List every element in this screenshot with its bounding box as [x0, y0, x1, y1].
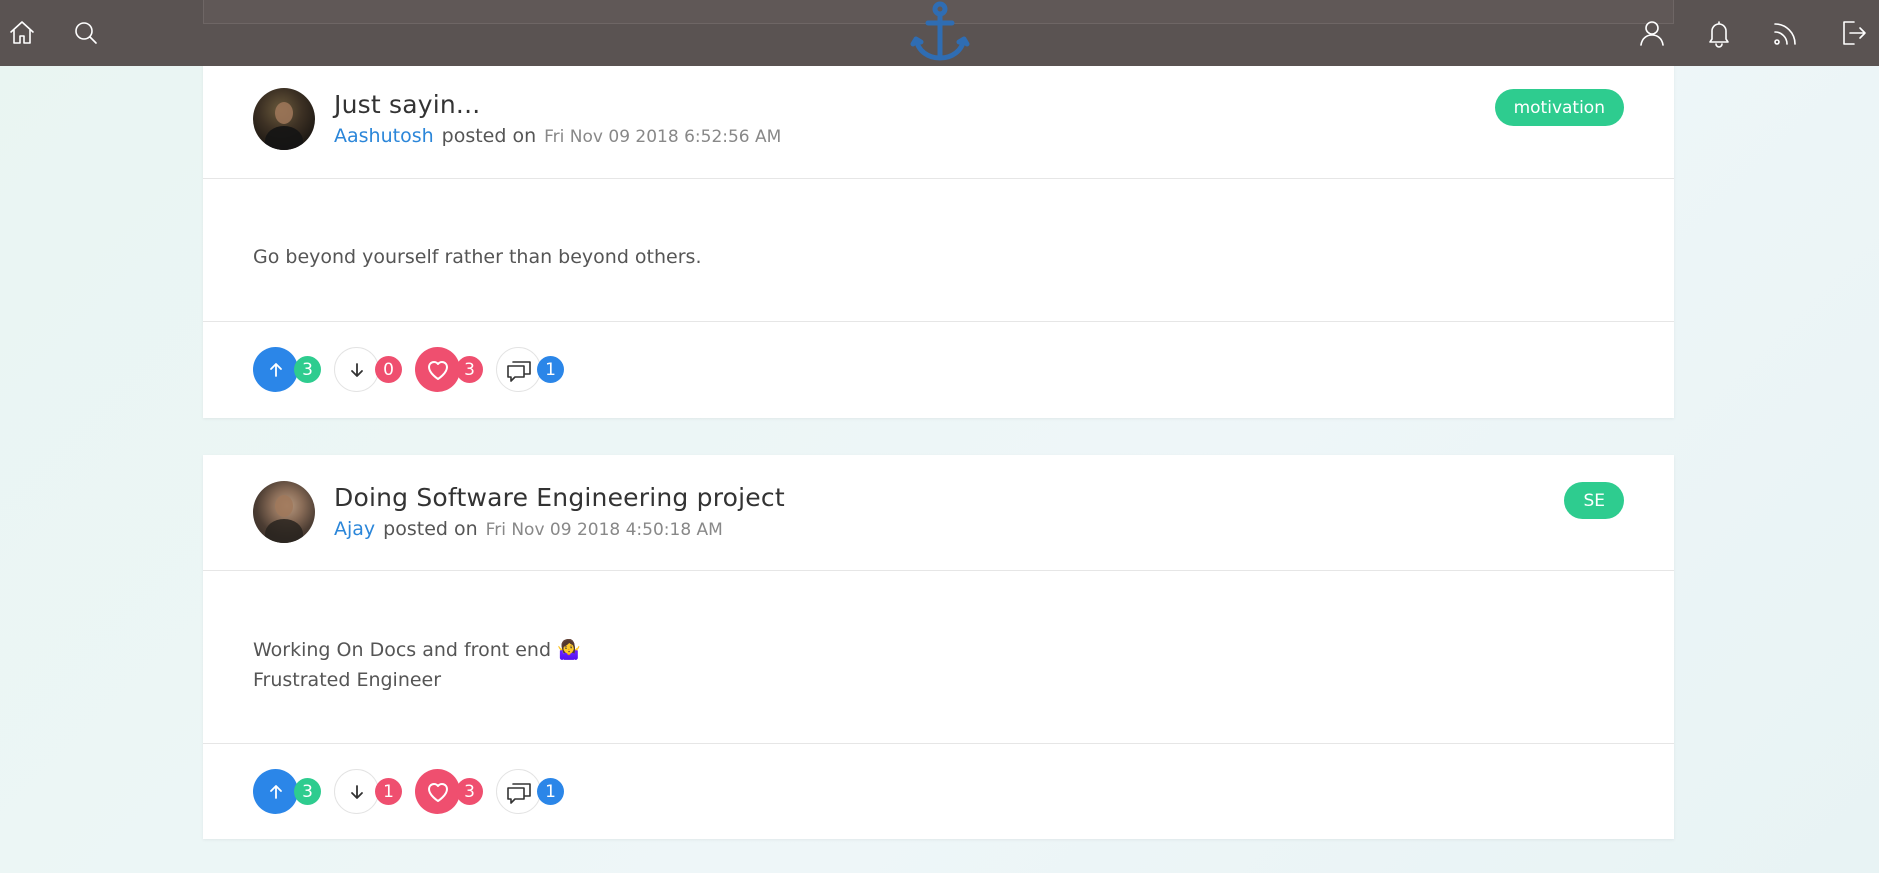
rss-icon [1774, 23, 1796, 45]
heart-icon [427, 782, 448, 802]
downvote-count: 0 [375, 356, 402, 383]
avatar-head [275, 495, 293, 517]
avatar-shoulders [265, 519, 303, 543]
arrow-up-icon [269, 784, 282, 799]
search-icon [75, 22, 97, 44]
post-text: Working On Docs and front end 🤷‍♀️ Frust… [253, 635, 581, 695]
anchor-icon [910, 1, 970, 61]
post-actions: 3 0 3 1 [253, 347, 577, 392]
downvote-button[interactable] [334, 347, 379, 392]
upvote-button[interactable] [253, 347, 298, 392]
downvote-action: 1 [334, 769, 402, 814]
tag-badge[interactable]: SE [1564, 482, 1624, 519]
post-header: Just sayin... Aashutosh posted on Fri Nov … [203, 48, 1674, 179]
posted-on-label: posted on [441, 125, 537, 147]
feed-button[interactable] [1766, 13, 1806, 53]
post-title: Just sayin... [334, 90, 481, 119]
notifications-button[interactable] [1699, 13, 1739, 53]
comment-icon [506, 360, 531, 382]
posted-on-label: posted on [383, 518, 478, 540]
like-action: 3 [415, 769, 483, 814]
upvote-button[interactable] [253, 769, 298, 814]
home-icon [10, 21, 34, 44]
downvote-action: 0 [334, 347, 402, 392]
post-date: Fri Nov 09 2018 6:52:56 AM [544, 127, 782, 147]
like-button[interactable] [415, 769, 460, 814]
avatar[interactable] [253, 88, 315, 150]
home-button[interactable] [2, 13, 42, 53]
logout-button[interactable] [1833, 13, 1873, 53]
heart-icon [427, 360, 448, 380]
author-link[interactable]: Ajay [334, 518, 375, 540]
like-count: 3 [456, 356, 483, 383]
avatar[interactable] [253, 481, 315, 543]
upvote-action: 3 [253, 347, 321, 392]
profile-button[interactable] [1632, 13, 1672, 53]
downvote-button[interactable] [334, 769, 379, 814]
post-card: Just sayin... Aashutosh posted on Fri Nov … [203, 48, 1674, 418]
post-card: Doing Software Engineering project Ajay p… [203, 455, 1674, 839]
post-date: Fri Nov 09 2018 4:50:18 AM [485, 520, 723, 540]
post-footer: 3 0 3 1 [203, 322, 1674, 417]
top-navbar [0, 0, 1879, 66]
like-count: 3 [456, 778, 483, 805]
tag-badge[interactable]: motivation [1494, 89, 1624, 126]
comment-button[interactable] [496, 769, 541, 814]
comment-count: 1 [537, 356, 564, 383]
post-meta: Ajay posted on Fri Nov 09 2018 4:50:18 AM [334, 518, 723, 541]
search-button[interactable] [66, 13, 106, 53]
post-text-line: Go beyond yourself rather than beyond ot… [253, 246, 702, 268]
post-footer: 3 1 3 1 [203, 744, 1674, 839]
bell-icon [1709, 21, 1729, 48]
upvote-action: 3 [253, 769, 321, 814]
like-button[interactable] [415, 347, 460, 392]
upvote-count: 3 [294, 356, 321, 383]
avatar-shoulders [265, 126, 303, 150]
arrow-up-icon [269, 362, 282, 377]
arrow-down-icon [350, 362, 363, 377]
logo-anchor[interactable] [908, 0, 972, 64]
logout-icon [1843, 21, 1866, 45]
upvote-count: 3 [294, 778, 321, 805]
avatar-head [275, 102, 293, 124]
post-text-line: Working On Docs and front end 🤷‍♀️ [253, 639, 581, 661]
post-actions: 3 1 3 1 [253, 769, 577, 814]
post-text-line: Frustrated Engineer [253, 669, 442, 691]
author-link[interactable]: Aashutosh [334, 125, 434, 147]
post-body: Working On Docs and front end 🤷‍♀️ Frust… [203, 571, 1674, 744]
comment-icon [506, 782, 531, 804]
post-text: Go beyond yourself rather than beyond ot… [253, 242, 702, 272]
arrow-down-icon [350, 784, 363, 799]
comment-button[interactable] [496, 347, 541, 392]
comment-count: 1 [537, 778, 564, 805]
post-body: Go beyond yourself rather than beyond ot… [203, 179, 1674, 322]
downvote-count: 1 [375, 778, 402, 805]
comment-action: 1 [496, 347, 564, 392]
post-header: Doing Software Engineering project Ajay p… [203, 455, 1674, 571]
user-icon [1640, 21, 1664, 46]
comment-action: 1 [496, 769, 564, 814]
post-meta: Aashutosh posted on Fri Nov 09 2018 6:52:5… [334, 125, 781, 148]
post-title: Doing Software Engineering project [334, 483, 785, 512]
like-action: 3 [415, 347, 483, 392]
